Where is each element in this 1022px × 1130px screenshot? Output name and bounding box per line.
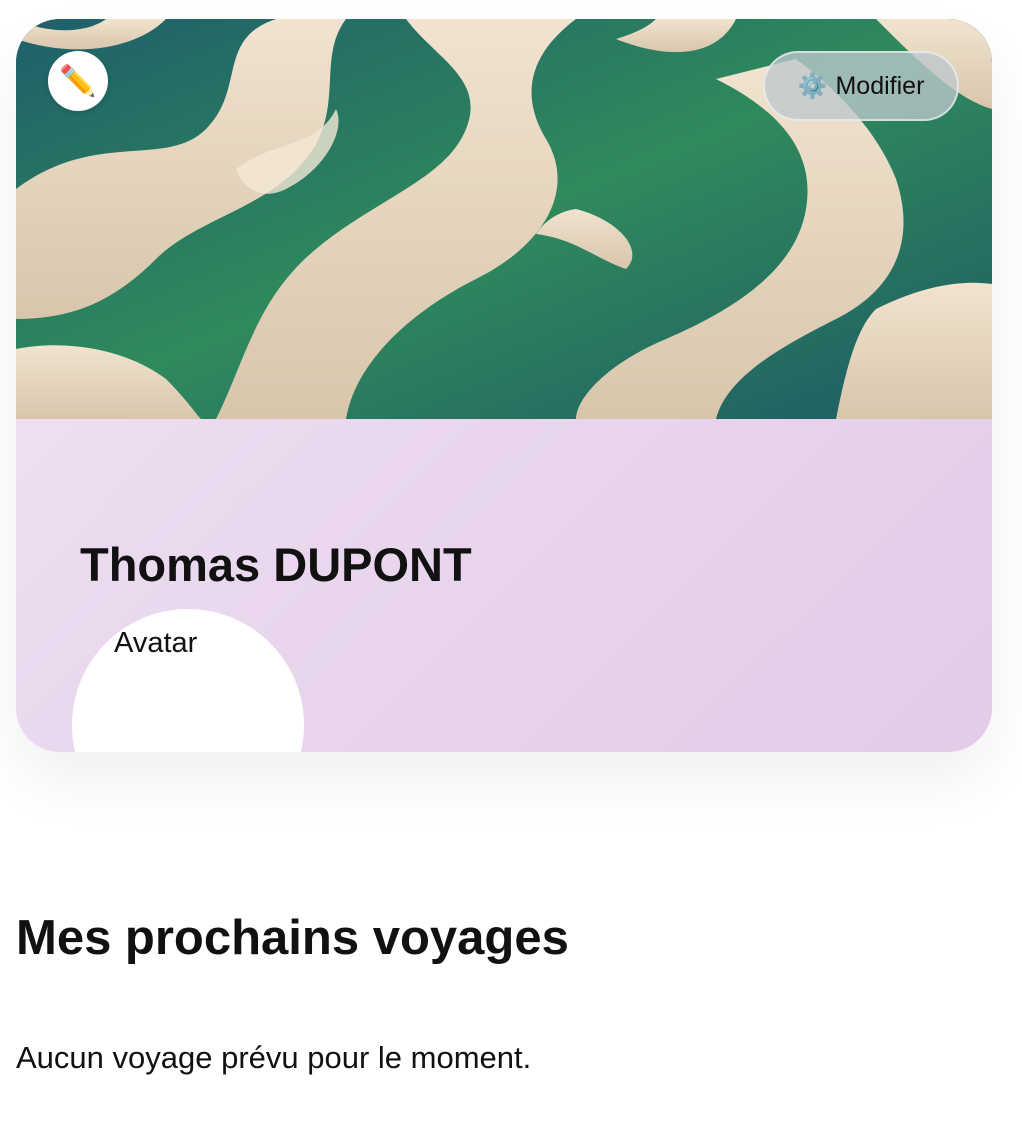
profile-page: ✏️ ⚙️ Modifier Thomas DUPONT Avatar Mes … [0,0,1022,1130]
modify-profile-button[interactable]: ⚙️ Modifier [763,51,959,121]
gear-icon: ⚙️ [797,72,828,100]
upcoming-trips-title: Mes prochains voyages [16,911,569,965]
edit-cover-button[interactable]: ✏️ [48,51,108,111]
avatar[interactable]: Avatar [72,609,304,752]
profile-card: ✏️ ⚙️ Modifier Thomas DUPONT Avatar [16,19,992,752]
no-trips-message: Aucun voyage prévu pour le moment. [16,1040,532,1075]
modify-button-label: Modifier [835,71,925,100]
profile-name: Thomas DUPONT [80,538,472,591]
avatar-alt-text: Avatar [114,627,198,659]
pencil-icon: ✏️ [59,64,97,98]
